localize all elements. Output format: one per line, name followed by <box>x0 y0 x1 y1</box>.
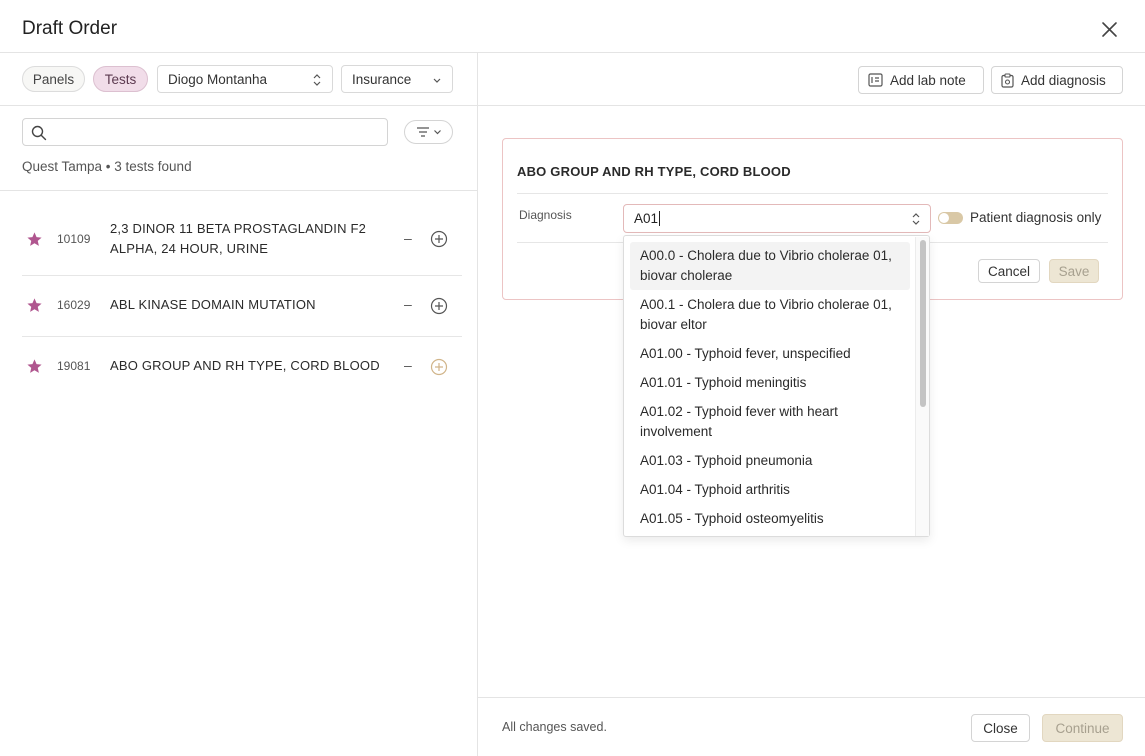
test-dash: – <box>404 357 412 373</box>
dropdown-option[interactable]: A01.01 - Typhoid meningitis <box>630 373 910 393</box>
chevron-updown-icon <box>912 213 920 225</box>
test-name: ABO GROUP AND RH TYPE, CORD BLOOD <box>110 358 380 373</box>
test-code: 19081 <box>57 359 91 373</box>
search-icon <box>31 125 47 141</box>
modal-title: Draft Order <box>22 18 118 39</box>
card-test-name: ABO GROUP AND RH TYPE, CORD BLOOD <box>517 164 791 179</box>
dropdown-scroll-thumb[interactable] <box>920 240 926 407</box>
billing-select[interactable]: Insurance <box>341 65 453 93</box>
add-diagnosis-label: Add diagnosis <box>1021 72 1106 88</box>
toggle-knob <box>939 213 949 223</box>
close-icon[interactable] <box>1101 21 1118 38</box>
tests-panel: Panels Tests Diogo Montanha Insurance Qu… <box>0 53 478 756</box>
divider <box>517 193 1108 194</box>
filter-button[interactable] <box>404 120 453 144</box>
search-input[interactable] <box>22 118 388 146</box>
results-summary: Quest Tampa • 3 tests found <box>22 159 192 174</box>
patient-diagnosis-toggle[interactable] <box>938 212 963 224</box>
add-lab-note-button[interactable]: Add lab note <box>858 66 984 94</box>
note-icon <box>868 73 883 87</box>
dropdown-option[interactable]: A01.02 - Typhoid fever with heart involv… <box>630 402 910 442</box>
close-button[interactable]: Close <box>971 714 1030 742</box>
test-row[interactable]: 16029 ABL KINASE DOMAIN MUTATION – <box>22 276 462 337</box>
divider <box>478 697 1145 698</box>
chevron-down-icon <box>433 130 441 135</box>
test-row[interactable]: 10109 2,3 DINOR 11 BETA PROSTAGLANDIN F2… <box>22 206 462 276</box>
add-circle-icon[interactable] <box>430 358 448 376</box>
cancel-button[interactable]: Cancel <box>978 259 1040 283</box>
continue-button[interactable]: Continue <box>1042 714 1123 742</box>
save-status: All changes saved. <box>502 720 607 734</box>
tab-tests[interactable]: Tests <box>93 66 148 92</box>
test-dash: – <box>404 230 412 246</box>
star-icon[interactable] <box>26 297 43 314</box>
dropdown-option[interactable]: A01.04 - Typhoid arthritis <box>630 480 910 500</box>
patient-select-value: Diogo Montanha <box>168 71 268 87</box>
chevron-down-icon <box>433 78 441 83</box>
test-dash: – <box>404 296 412 312</box>
tab-panels[interactable]: Panels <box>22 66 85 92</box>
star-icon[interactable] <box>26 358 43 375</box>
chevron-updown-icon <box>313 74 321 86</box>
add-circle-icon[interactable] <box>430 230 448 248</box>
test-name: 2,3 DINOR 11 BETA PROSTAGLANDIN F2 ALPHA… <box>110 221 367 256</box>
divider <box>478 105 1145 106</box>
test-row[interactable]: 19081 ABO GROUP AND RH TYPE, CORD BLOOD … <box>22 337 462 398</box>
add-circle-icon[interactable] <box>430 297 448 315</box>
text-caret <box>659 211 661 226</box>
filter-icon <box>416 127 429 137</box>
dropdown-option[interactable]: A01.03 - Typhoid pneumonia <box>630 451 910 471</box>
patient-select[interactable]: Diogo Montanha <box>157 65 333 93</box>
diagnosis-combobox[interactable]: A01 <box>623 204 931 233</box>
add-diagnosis-button[interactable]: Add diagnosis <box>991 66 1123 94</box>
save-button[interactable]: Save <box>1049 259 1099 283</box>
divider <box>0 190 478 191</box>
star-icon[interactable] <box>26 231 43 248</box>
modal-header: Draft Order <box>0 0 1145 53</box>
toggle-label: Patient diagnosis only <box>970 210 1102 225</box>
dropdown-option[interactable]: A00.1 - Cholera due to Vibrio cholerae 0… <box>630 295 910 335</box>
clipboard-icon <box>1001 72 1014 88</box>
dropdown-option[interactable]: A01.00 - Typhoid fever, unspecified <box>630 344 910 364</box>
test-code: 10109 <box>57 232 91 246</box>
billing-select-value: Insurance <box>352 71 412 87</box>
dropdown-option[interactable]: A00.0 - Cholera due to Vibrio cholerae 0… <box>630 242 910 290</box>
diagnosis-dropdown: A00.0 - Cholera due to Vibrio cholerae 0… <box>623 235 930 537</box>
diagnosis-label: Diagnosis <box>519 208 572 222</box>
dropdown-option[interactable]: A01.05 - Typhoid osteomyelitis <box>630 509 910 529</box>
diagnosis-input-value: A01 <box>634 211 659 226</box>
test-name: ABL KINASE DOMAIN MUTATION <box>110 297 316 312</box>
test-code: 16029 <box>57 298 91 312</box>
add-lab-note-label: Add lab note <box>890 72 966 88</box>
divider <box>0 105 478 106</box>
